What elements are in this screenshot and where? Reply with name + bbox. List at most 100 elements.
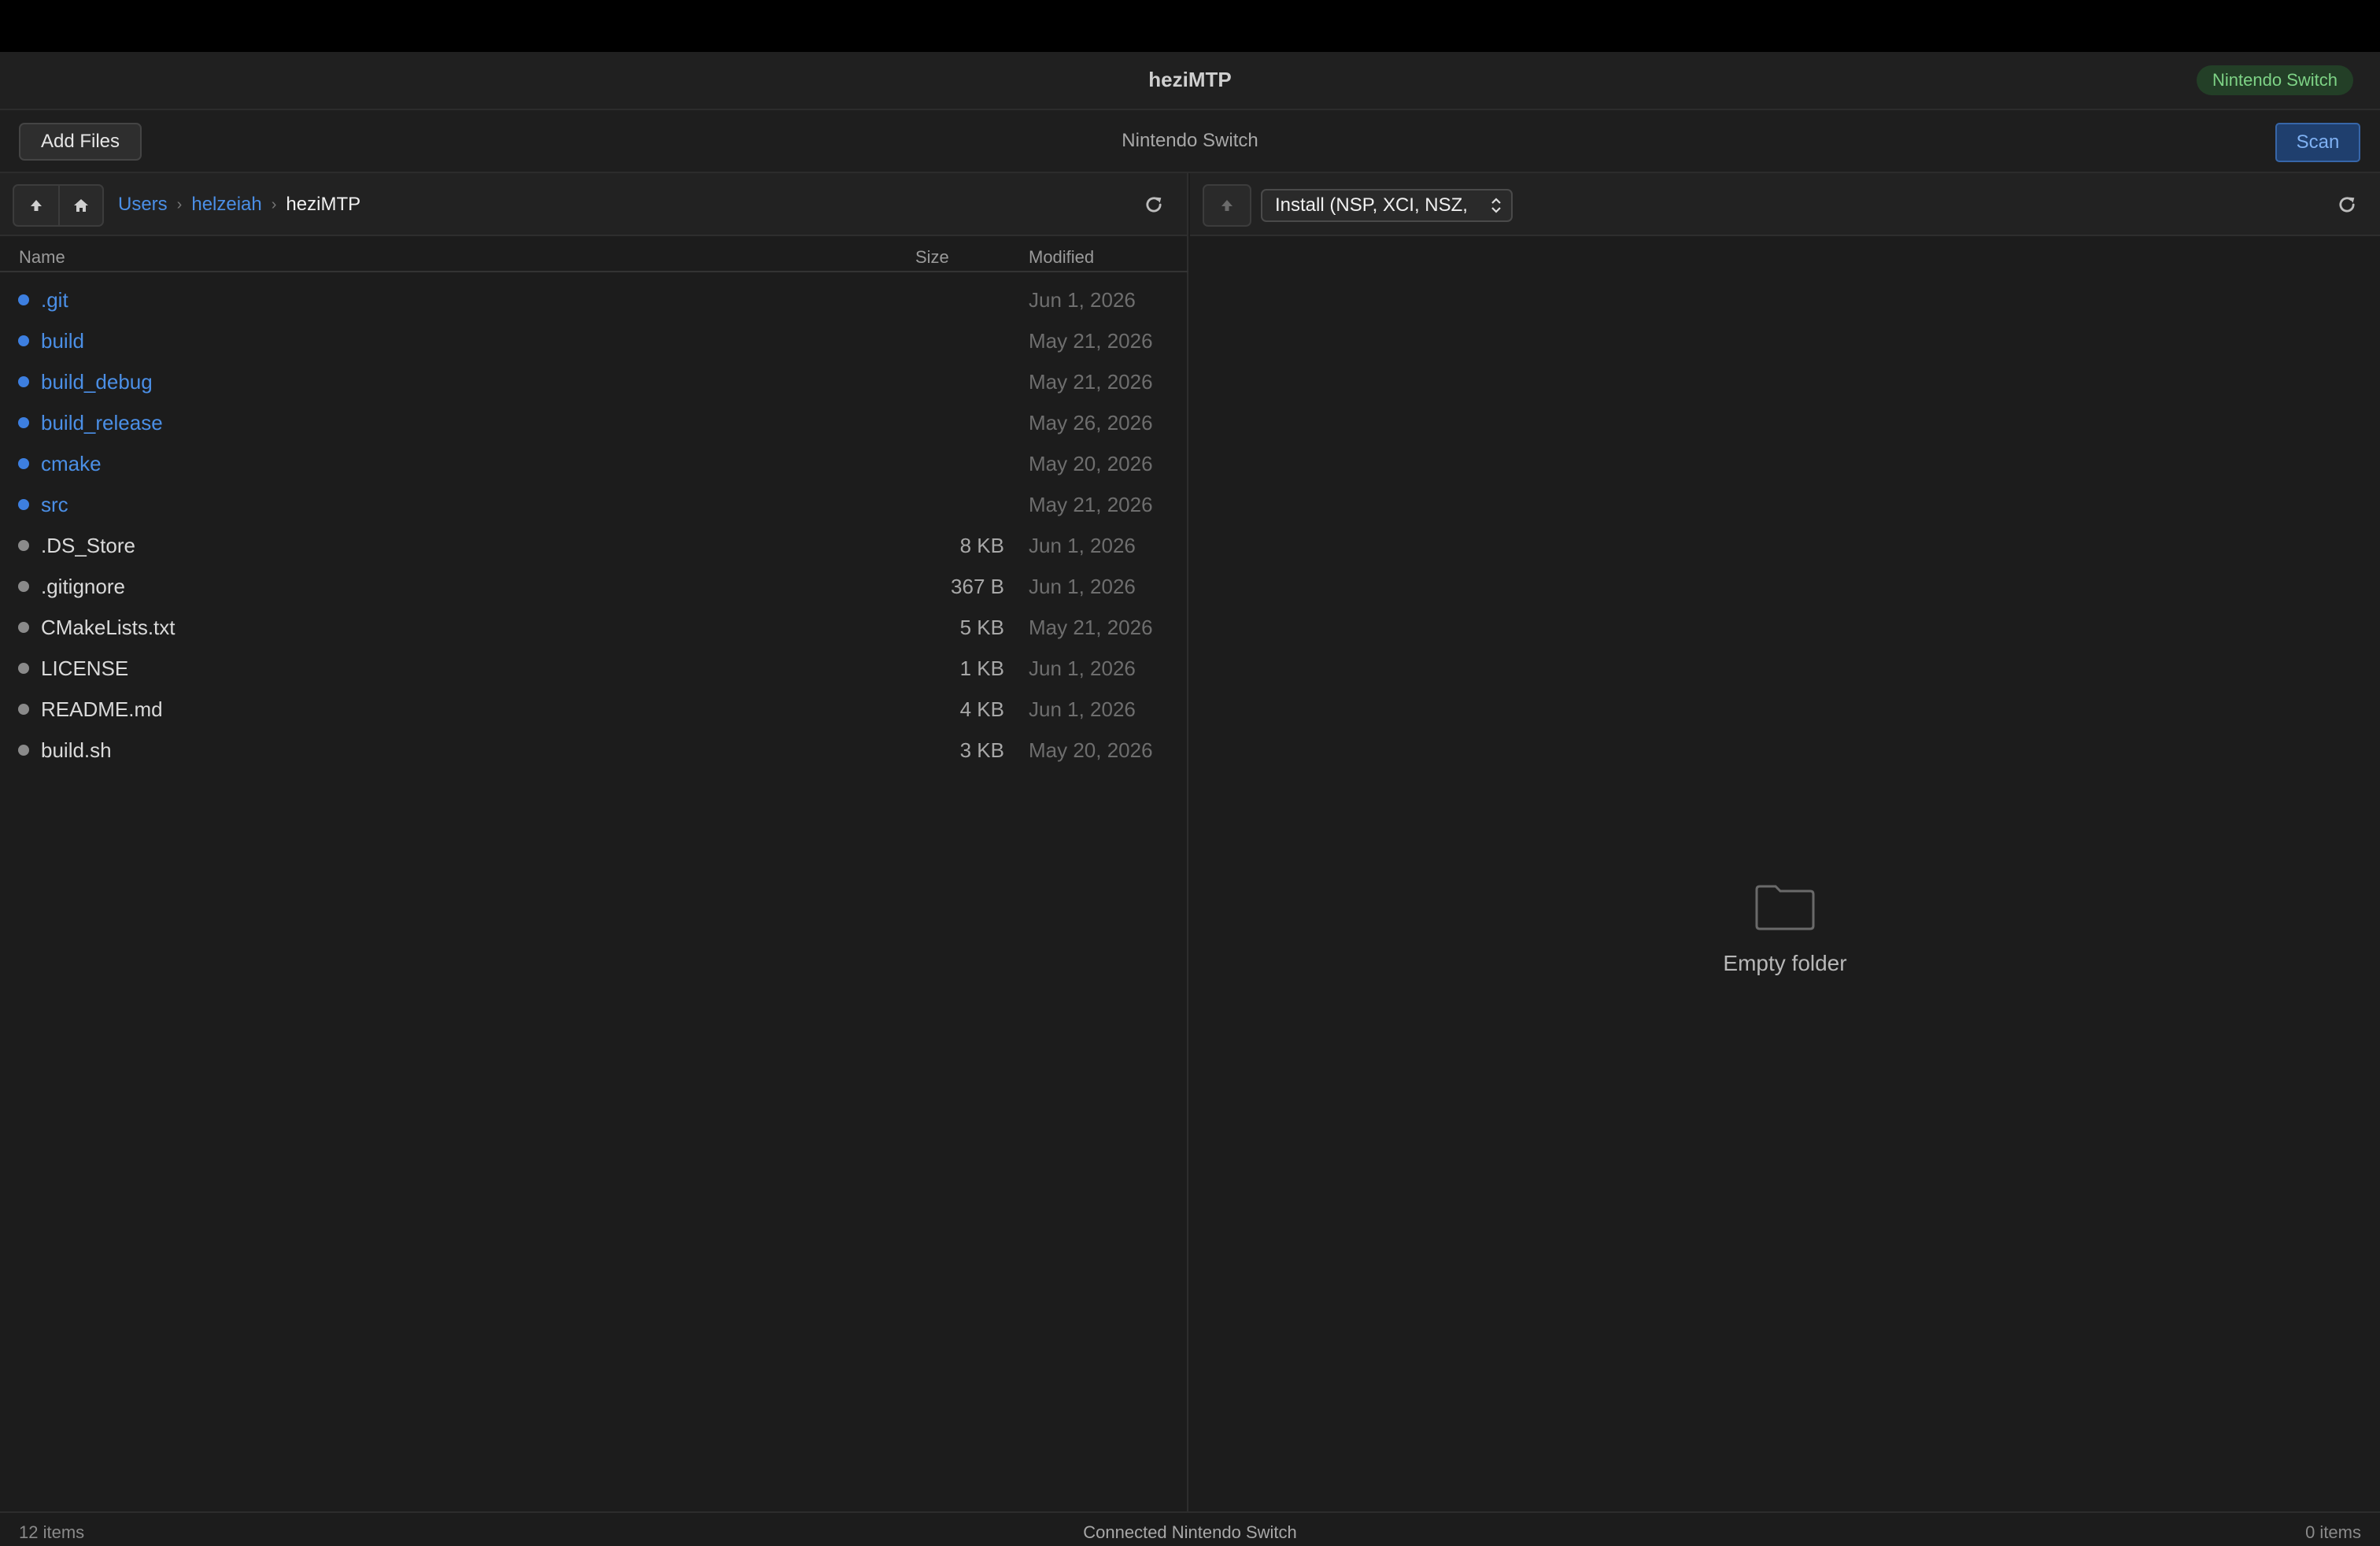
folder-indicator-icon	[18, 499, 29, 510]
up-button[interactable]	[14, 186, 58, 225]
file-modified: May 20, 2026	[1029, 738, 1153, 762]
breadcrumb-item-current: heziMTP	[286, 194, 361, 215]
file-name: cmake	[41, 452, 102, 475]
file-modified: May 21, 2026	[1029, 493, 1153, 516]
arrow-up-icon	[1221, 200, 1232, 211]
file-modified: May 20, 2026	[1029, 452, 1153, 475]
folder-row[interactable]: build May 21, 2026	[0, 320, 1188, 361]
device-files-pane: Install (NSP, XCI, NSZ, Empty folder	[1190, 173, 2380, 1511]
status-bar: 12 items Connected Nintendo Switch 0 ite…	[0, 1511, 2380, 1546]
empty-folder-message: Empty folder	[1723, 951, 1847, 975]
right-item-count: 0 items	[2305, 1522, 2361, 1542]
folder-indicator-icon	[18, 417, 29, 428]
file-name: .DS_Store	[41, 534, 135, 557]
file-indicator-icon	[18, 581, 29, 592]
folder-indicator-icon	[18, 376, 29, 387]
file-modified: Jun 1, 2026	[1029, 534, 1136, 557]
file-size: 3 KB	[959, 738, 1004, 762]
scan-button[interactable]: Scan	[2275, 123, 2360, 162]
right-nav-group	[1203, 184, 1251, 227]
left-path-bar: Users › helzeiah › heziMTP	[0, 173, 1187, 236]
file-name: build_debug	[41, 370, 153, 394]
file-indicator-icon	[18, 745, 29, 756]
toolbar: Add Files Nintendo Switch Scan	[0, 110, 2380, 173]
home-icon	[74, 199, 88, 212]
file-row[interactable]: LICENSE 1 KB Jun 1, 2026	[0, 647, 1188, 688]
folder-row[interactable]: build_debug May 21, 2026	[0, 361, 1188, 401]
window-title: heziMTP	[1148, 68, 1232, 91]
right-path-bar: Install (NSP, XCI, NSZ,	[1190, 173, 2380, 236]
file-modified: Jun 1, 2026	[1029, 575, 1136, 598]
column-name[interactable]: Name	[19, 247, 65, 268]
folder-indicator-icon	[18, 335, 29, 346]
file-row[interactable]: CMakeLists.txt 5 KB May 21, 2026	[0, 606, 1188, 647]
file-modified: Jun 1, 2026	[1029, 288, 1136, 312]
file-size: 367 B	[951, 575, 1004, 598]
destination-select-value: Install (NSP, XCI, NSZ,	[1275, 194, 1468, 216]
folder-indicator-icon	[18, 294, 29, 305]
file-indicator-icon	[18, 540, 29, 551]
system-menu-bar	[0, 0, 2380, 52]
left-nav-group	[13, 184, 104, 227]
file-row[interactable]: .DS_Store 8 KB Jun 1, 2026	[0, 524, 1188, 565]
column-size[interactable]: Size	[915, 247, 949, 268]
title-bar: heziMTP Nintendo Switch	[0, 52, 2380, 110]
file-modified: May 21, 2026	[1029, 370, 1153, 394]
home-button[interactable]	[58, 186, 102, 225]
file-modified: Jun 1, 2026	[1029, 656, 1136, 680]
toolbar-device-name: Nintendo Switch	[1122, 130, 1258, 151]
local-files-pane: Users › helzeiah › heziMTP Name Size Mod…	[0, 173, 1188, 1511]
file-row[interactable]: .gitignore 367 B Jun 1, 2026	[0, 565, 1188, 606]
file-size: 4 KB	[959, 697, 1004, 721]
file-modified: May 21, 2026	[1029, 616, 1153, 639]
file-name: README.md	[41, 697, 163, 721]
folder-row[interactable]: cmake May 20, 2026	[0, 442, 1188, 483]
folder-row[interactable]: .git Jun 1, 2026	[0, 279, 1188, 320]
file-indicator-icon	[18, 704, 29, 715]
file-name: CMakeLists.txt	[41, 616, 176, 639]
refresh-icon	[2339, 197, 2355, 213]
app-window: heziMTP Nintendo Switch Add Files Ninten…	[0, 52, 2380, 1546]
file-size: 5 KB	[959, 616, 1004, 639]
device-up-button[interactable]	[1204, 186, 1250, 225]
column-header: Name Size Modified	[0, 238, 1188, 272]
folder-row[interactable]: build_release May 26, 2026	[0, 401, 1188, 442]
breadcrumb-item-users[interactable]: Users	[118, 194, 168, 216]
refresh-icon	[1146, 197, 1162, 213]
connection-status: Connected Nintendo Switch	[1083, 1522, 1297, 1542]
file-size: 1 KB	[959, 656, 1004, 680]
folder-icon	[1755, 885, 1815, 930]
folder-indicator-icon	[18, 458, 29, 469]
file-name: build.sh	[41, 738, 112, 762]
file-name: .gitignore	[41, 575, 125, 598]
file-row[interactable]: README.md 4 KB Jun 1, 2026	[0, 688, 1188, 729]
file-name: src	[41, 493, 68, 516]
file-modified: May 21, 2026	[1029, 329, 1153, 353]
breadcrumb: Users › helzeiah › heziMTP	[118, 194, 360, 216]
left-refresh-button[interactable]	[1143, 194, 1165, 216]
column-modified[interactable]: Modified	[1029, 247, 1094, 268]
destination-select[interactable]: Install (NSP, XCI, NSZ,	[1261, 189, 1513, 222]
file-name: build	[41, 329, 84, 353]
file-row[interactable]: build.sh 3 KB May 20, 2026	[0, 729, 1188, 770]
breadcrumb-item-helzeiah[interactable]: helzeiah	[191, 194, 261, 216]
empty-state: Empty folder	[1190, 882, 2380, 976]
file-indicator-icon	[18, 622, 29, 633]
breadcrumb-separator: ›	[176, 195, 183, 213]
folder-row[interactable]: src May 21, 2026	[0, 483, 1188, 524]
device-status-badge: Nintendo Switch	[2197, 65, 2353, 95]
file-size: 8 KB	[959, 534, 1004, 557]
arrow-up-icon	[31, 200, 42, 211]
add-files-button[interactable]: Add Files	[19, 123, 142, 161]
breadcrumb-separator: ›	[271, 195, 277, 213]
chevron-updown-icon	[1491, 198, 1501, 213]
panes: Users › helzeiah › heziMTP Name Size Mod…	[0, 173, 2380, 1511]
file-modified: Jun 1, 2026	[1029, 697, 1136, 721]
file-modified: May 26, 2026	[1029, 411, 1153, 435]
file-indicator-icon	[18, 663, 29, 674]
file-name: .git	[41, 288, 68, 312]
file-list: .git Jun 1, 2026 build May 21, 2026 build_de…	[0, 279, 1188, 770]
file-name: LICENSE	[41, 656, 129, 680]
right-refresh-button[interactable]	[2336, 194, 2358, 216]
file-name: build_release	[41, 411, 163, 435]
